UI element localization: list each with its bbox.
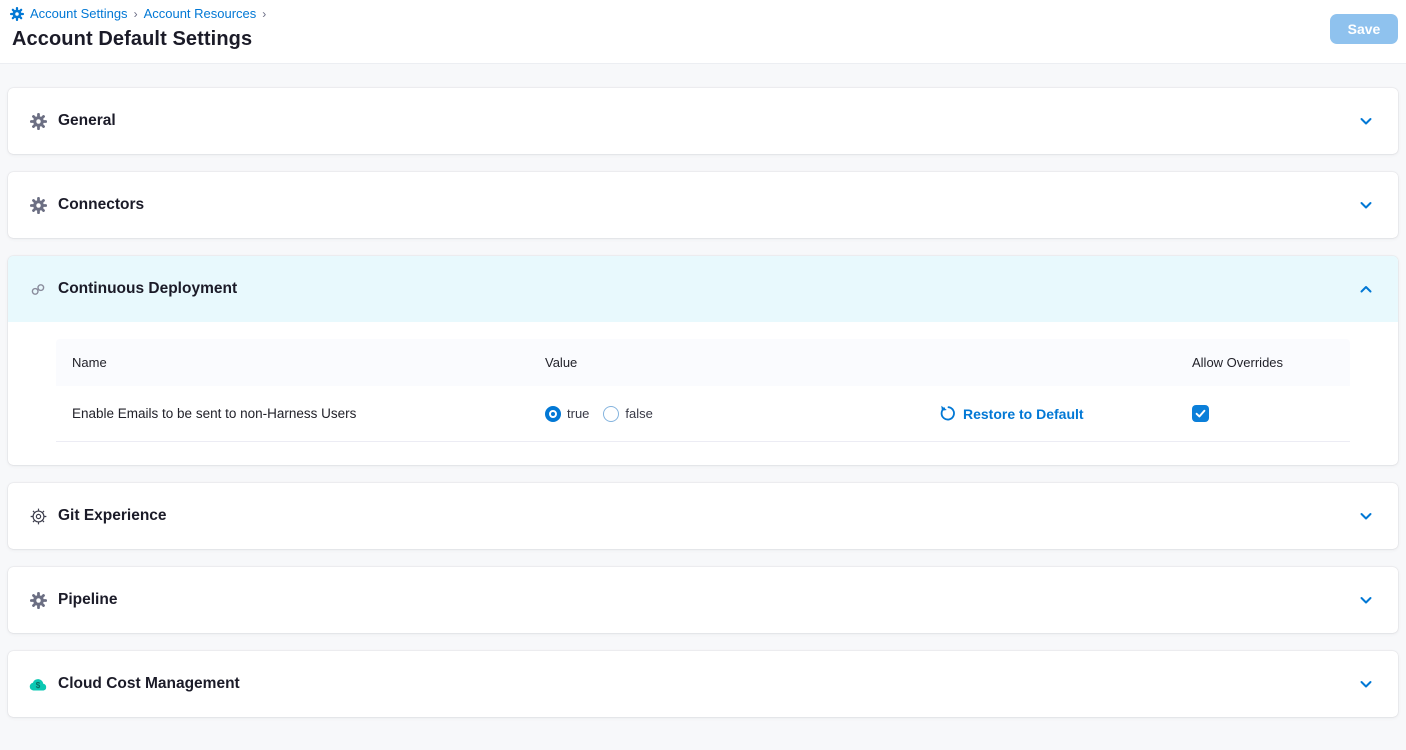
settings-content: General Connectors (0, 64, 1406, 717)
settings-gear-icon (10, 7, 24, 21)
radio-false-unselected[interactable] (603, 406, 619, 422)
setting-name: Enable Emails to be sent to non-Harness … (56, 406, 529, 421)
radio-false-label: false (625, 406, 652, 421)
section-header-cloud-cost-management[interactable]: $ Cloud Cost Management (8, 651, 1398, 717)
section-card-connectors: Connectors (8, 172, 1398, 238)
page-title: Account Default Settings (12, 28, 252, 51)
radio-true-selected[interactable] (545, 406, 561, 422)
section-label: Pipeline (58, 591, 1358, 609)
cloud-dollar-icon: $ (29, 675, 47, 693)
section-card-cloud-cost-management: $ Cloud Cost Management (8, 651, 1398, 717)
column-header-allow-overrides: Allow Overrides (1176, 355, 1350, 370)
section-header-continuous-deployment[interactable]: Continuous Deployment (8, 256, 1398, 322)
gear-icon (29, 196, 47, 214)
breadcrumb-separator: › (134, 7, 138, 21)
section-header-general[interactable]: General (8, 88, 1398, 154)
section-label: Continuous Deployment (58, 280, 1358, 298)
table-row: Enable Emails to be sent to non-Harness … (56, 386, 1350, 442)
svg-text:$: $ (36, 681, 41, 690)
page-header: Account Settings › Account Resources › A… (0, 0, 1406, 64)
section-label: Cloud Cost Management (58, 675, 1358, 693)
chevron-down-icon[interactable] (1358, 676, 1374, 692)
section-label: Connectors (58, 196, 1358, 214)
chevron-down-icon[interactable] (1358, 197, 1374, 213)
section-card-continuous-deployment: Continuous Deployment Name Value Allow O… (8, 256, 1398, 465)
chevron-up-icon[interactable] (1358, 281, 1374, 297)
restore-icon (940, 405, 957, 422)
radio-option-true[interactable]: true (545, 406, 589, 422)
restore-label: Restore to Default (963, 406, 1084, 422)
table-header-row: Name Value Allow Overrides (56, 339, 1350, 386)
cd-infinity-icon (29, 280, 47, 298)
column-header-value: Value (529, 355, 936, 370)
section-label: Git Experience (58, 507, 1358, 525)
settings-table: Name Value Allow Overrides Enable Emails… (8, 322, 1398, 465)
gear-icon (29, 112, 47, 130)
breadcrumb-separator: › (262, 7, 266, 21)
section-card-pipeline: Pipeline (8, 567, 1398, 633)
chevron-down-icon[interactable] (1358, 592, 1374, 608)
section-header-git-experience[interactable]: Git Experience (8, 483, 1398, 549)
allow-overrides-checkbox-checked[interactable] (1192, 405, 1209, 422)
breadcrumb: Account Settings › Account Resources › (10, 6, 266, 21)
section-header-connectors[interactable]: Connectors (8, 172, 1398, 238)
column-header-name: Name (56, 355, 529, 370)
restore-to-default-link[interactable]: Restore to Default (936, 405, 1176, 422)
chevron-down-icon[interactable] (1358, 113, 1374, 129)
section-header-pipeline[interactable]: Pipeline (8, 567, 1398, 633)
section-label: General (58, 112, 1358, 130)
save-button[interactable]: Save (1330, 14, 1398, 44)
chevron-down-icon[interactable] (1358, 508, 1374, 524)
section-card-general: General (8, 88, 1398, 154)
breadcrumb-link-account-settings[interactable]: Account Settings (30, 6, 128, 21)
gear-outline-icon (29, 507, 47, 525)
radio-true-label: true (567, 406, 589, 421)
radio-option-false[interactable]: false (603, 406, 652, 422)
breadcrumb-link-account-resources[interactable]: Account Resources (144, 6, 257, 21)
gear-icon (29, 591, 47, 609)
value-radio-group: true false (545, 406, 653, 422)
section-card-git-experience: Git Experience (8, 483, 1398, 549)
